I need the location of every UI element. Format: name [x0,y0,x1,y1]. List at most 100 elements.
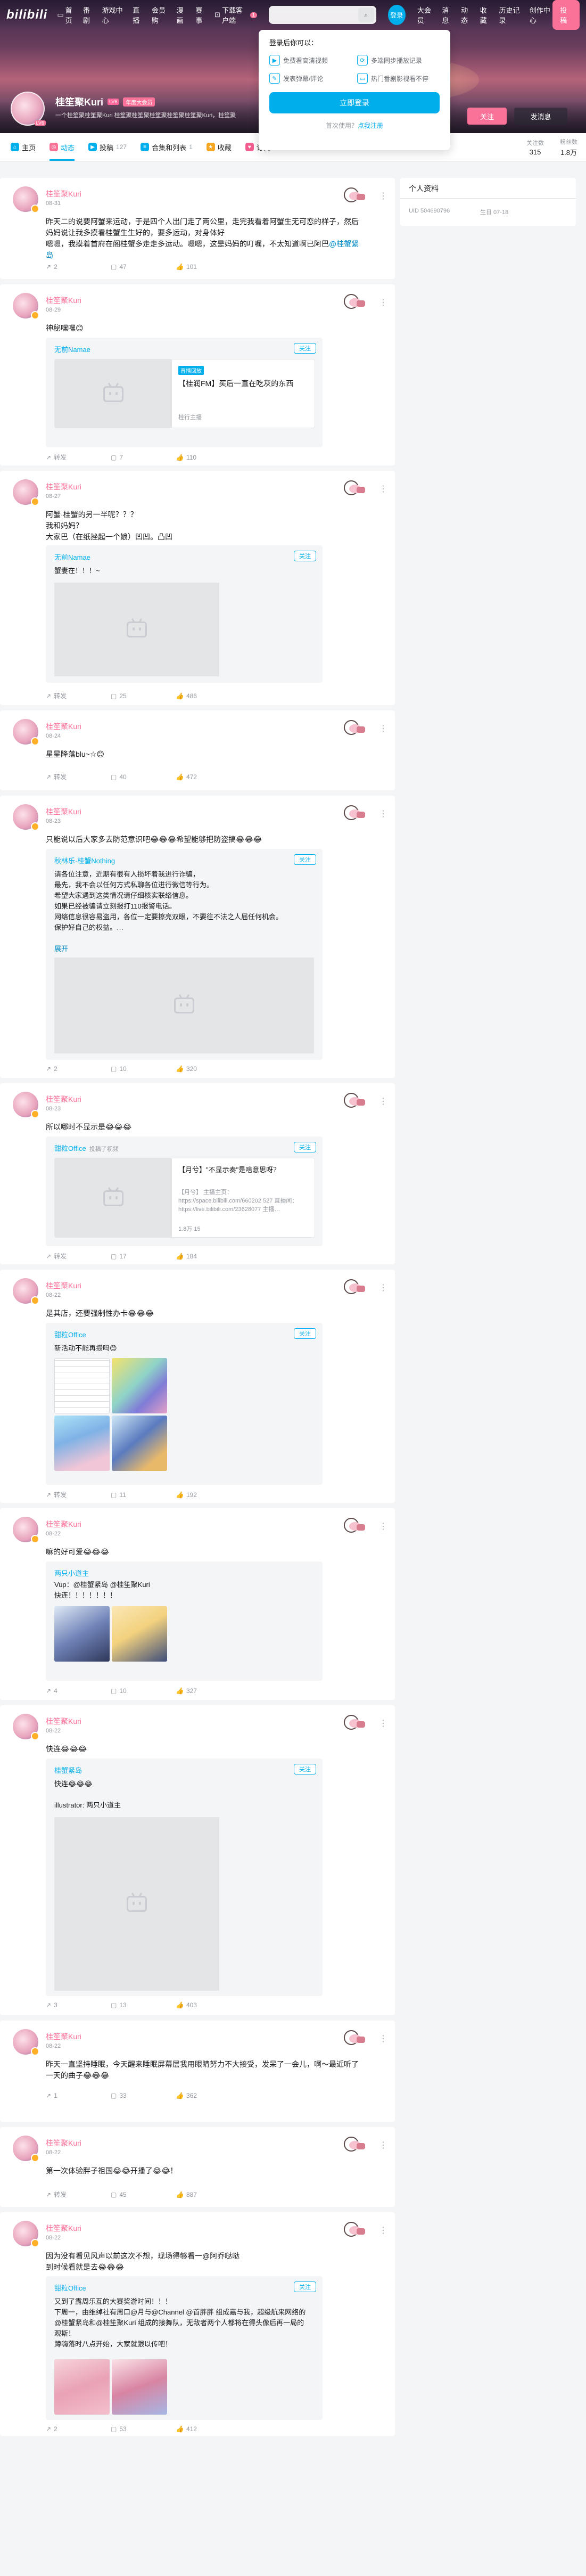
more-options-icon[interactable]: ⋮ [379,484,387,494]
post-author[interactable]: 桂笙聚Kuri [46,1280,81,1291]
forwarded-card[interactable]: 无前Namae 关注 蟹妻在！！！~ [46,545,323,683]
image-thumbnail[interactable] [112,2359,167,2415]
post-avatar[interactable] [13,719,39,746]
follow-small-button[interactable]: 关注 [294,854,316,865]
card-author[interactable]: 甜粒Office [54,2283,86,2293]
forward-button[interactable]: ↗ 4 [46,1687,111,1695]
post-author[interactable]: 桂笙聚Kuri [46,2223,81,2234]
forwarded-card[interactable]: 无前Namae 关注 直播回放 【桂润FM】买后一直在吃灰的东西 桂行主播 [46,338,323,447]
follow-small-button[interactable]: 关注 [294,1764,316,1774]
forward-button[interactable]: ↗ 3 [46,2001,111,2009]
search-button[interactable]: ⌕ [358,7,374,22]
like-button[interactable]: 👍 101 [176,263,241,271]
more-options-icon[interactable]: ⋮ [379,808,387,819]
nav-manga[interactable]: 漫画 [177,5,188,25]
follow-button[interactable]: 关注 [467,108,507,125]
forward-button[interactable]: ↗ 转发 [46,2190,111,2199]
forward-button[interactable]: ↗ 转发 [46,453,111,462]
image-placeholder[interactable] [54,1817,219,1991]
image-thumbnail[interactable] [54,2359,110,2415]
video-card[interactable]: 【月兮】"不显示奏"是啥意思呀？ 【月兮】 主播主页：https://space… [54,1158,315,1238]
comment-button[interactable]: ▢ 11 [111,1490,176,1499]
nav-download[interactable]: ⊡ 下载客户端 1 [214,5,258,25]
comment-button[interactable]: ▢ 13 [111,2001,176,2009]
image-thumbnail[interactable] [54,1358,110,1413]
forwarded-card[interactable]: 甜粒Office 关注 又到了露周乐互的大赛奖游时间！！！ 下周一，由维绰社有周… [46,2276,323,2420]
follow-small-button[interactable]: 关注 [294,2281,316,2292]
forwarded-card[interactable]: 桂蟹紧岛 关注 快连😂😂😂 illustrator: 两只小道主 [46,1759,323,1996]
forwarded-card[interactable]: 甜粒Office 关注 新活动不能再攒吗😊 [46,1323,323,1485]
post-author[interactable]: 桂笙聚Kuri [46,2031,81,2042]
upload-button[interactable]: 投稿 [552,0,580,30]
forward-button[interactable]: ↗ 2 [46,263,111,271]
bilibili-logo[interactable]: bilibili [6,7,47,22]
post-author[interactable]: 桂笙聚Kuri [46,189,81,199]
forwarded-card[interactable]: 秋林乐·桂蟹Nothing 关注 请各位注意，近期有很有人损坏着我进行诈骗， 最… [46,849,323,1060]
tab-uploads[interactable]: ▶ 投稿 127 [88,133,127,161]
comment-button[interactable]: ▢ 17 [111,1252,176,1261]
nav-match[interactable]: 赛事 [195,5,207,25]
more-options-icon[interactable]: ⋮ [379,723,387,734]
register-link[interactable]: 点我注册 [358,122,383,129]
tab-home[interactable]: ⌂ 主页 [11,133,36,161]
more-options-icon[interactable]: ⋮ [379,191,387,201]
nav-dynamic[interactable]: 动态 [461,5,473,25]
comment-button[interactable]: ▢ 25 [111,691,176,700]
nav-history[interactable]: 历史记录 [499,5,522,25]
more-options-icon[interactable]: ⋮ [379,1521,387,1532]
more-options-icon[interactable]: ⋮ [379,1718,387,1729]
post-author[interactable]: 桂笙聚Kuri [46,481,81,492]
card-author[interactable]: 甜粒Office 投稿了视频 [54,1143,119,1153]
comment-button[interactable]: ▢ 33 [111,2092,176,2099]
post-avatar[interactable] [13,2029,39,2056]
image-placeholder[interactable] [54,583,219,676]
nav-live[interactable]: 直播 [133,5,144,25]
video-thumbnail[interactable] [55,359,172,428]
comment-button[interactable]: ▢ 47 [111,263,176,271]
nav-vip[interactable]: 大会员 [417,5,435,25]
comment-button[interactable]: ▢ 7 [111,453,176,462]
comment-button[interactable]: ▢ 45 [111,2190,176,2199]
card-author[interactable]: 无前Namae [54,552,90,562]
post-avatar[interactable] [13,1714,39,1740]
post-author[interactable]: 桂笙聚Kuri [46,806,81,817]
more-options-icon[interactable]: ⋮ [379,297,387,308]
post-author[interactable]: 桂笙聚Kuri [46,2138,81,2148]
tab-collections[interactable]: ≡ 合集和列表 1 [141,133,193,161]
like-button[interactable]: 👍 192 [176,1490,241,1499]
like-button[interactable]: 👍 320 [176,1065,241,1073]
card-author[interactable]: 两只小道主 [54,1568,89,1578]
stat-fans[interactable]: 粉丝数 1.8万 [560,137,577,157]
tab-dynamic[interactable]: ◎ 动态 [49,133,75,161]
follow-small-button[interactable]: 关注 [294,1328,316,1339]
follow-small-button[interactable]: 关注 [294,1142,316,1152]
nav-mall[interactable]: 会员购 [152,5,169,25]
nav-home[interactable]: ▭ 首页 [57,5,76,25]
forward-button[interactable]: ↗ 1 [46,2092,111,2099]
like-button[interactable]: 👍 486 [176,691,241,700]
post-avatar[interactable] [13,2221,39,2247]
post-avatar[interactable] [13,1092,39,1118]
post-author[interactable]: 桂笙聚Kuri [46,1094,81,1105]
image-thumbnail[interactable] [112,1416,167,1471]
post-author[interactable]: 桂笙聚Kuri [46,721,81,732]
login-now-button[interactable]: 立即登录 [269,92,440,113]
more-options-icon[interactable]: ⋮ [379,2225,387,2236]
forward-button[interactable]: ↗ 转发 [46,1252,111,1261]
like-button[interactable]: 👍 412 [176,2425,241,2433]
post-avatar[interactable] [13,1278,39,1305]
like-button[interactable]: 👍 327 [176,1687,241,1695]
like-button[interactable]: 👍 110 [176,453,241,462]
nav-message[interactable]: 消息 [442,5,453,25]
like-button[interactable]: 👍 403 [176,2001,241,2009]
post-author[interactable]: 桂笙聚Kuri [46,1519,81,1530]
post-avatar[interactable] [13,293,39,320]
follow-small-button[interactable]: 关注 [294,343,316,354]
post-avatar[interactable] [13,186,39,213]
nav-game[interactable]: 游戏中心 [102,5,126,25]
video-card[interactable]: 直播回放 【桂润FM】买后一直在吃灰的东西 桂行主播 [54,359,315,428]
nav-creator[interactable]: 创作中心 [530,5,552,25]
forwarded-card[interactable]: 甜粒Office 投稿了视频 关注 【月兮】"不显示奏"是啥意思呀？ 【月兮】 主… [46,1136,323,1246]
video-title[interactable]: 【桂润FM】买后一直在吃灰的东西 [178,379,309,389]
vip-badge[interactable]: 年度大会员 [123,97,155,107]
